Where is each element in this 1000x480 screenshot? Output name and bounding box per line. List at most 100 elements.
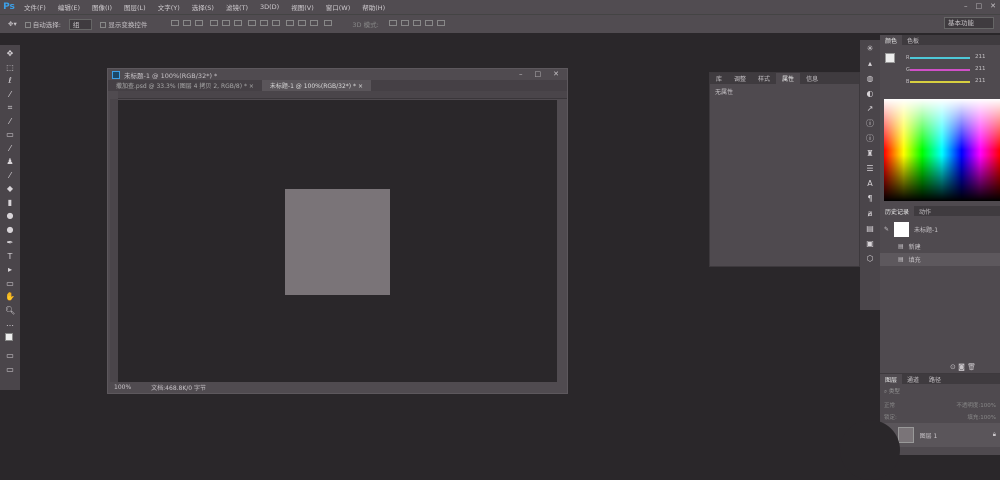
brush-settings-icon[interactable]: ✳: [865, 44, 875, 53]
move-tool-icon[interactable]: ✥▾: [8, 20, 17, 28]
layer-comps-icon[interactable]: ▤: [865, 224, 875, 233]
r-slider[interactable]: [910, 57, 970, 59]
paragraph-icon[interactable]: ¶: [865, 194, 875, 203]
g-value[interactable]: 211: [975, 66, 986, 72]
type-tool-icon[interactable]: T: [5, 252, 15, 261]
menu-help[interactable]: 帮助(H): [356, 2, 391, 12]
pen-tool-icon[interactable]: ✒: [5, 238, 15, 247]
foreground-color-swatch[interactable]: [885, 53, 895, 63]
color-swatches-icon[interactable]: [5, 332, 15, 347]
fill-value[interactable]: 100%: [980, 415, 996, 421]
show-transform-checkbox[interactable]: 显示变换控件: [100, 19, 147, 29]
b-slider[interactable]: [910, 81, 970, 83]
marquee-tool-icon[interactable]: ⬚: [5, 63, 15, 72]
menu-layer[interactable]: 图层(L): [118, 2, 152, 12]
adjustments-icon[interactable]: ◐: [865, 89, 875, 98]
restore-button[interactable]: □: [976, 2, 983, 10]
gradient-tool-icon[interactable]: ▮: [5, 198, 15, 207]
history-item-active[interactable]: ▤ 填充: [880, 253, 1000, 266]
history-snapshot[interactable]: ✎ 未标题-1: [880, 220, 1000, 238]
info-icon[interactable]: ⓘ: [865, 119, 875, 128]
canvas[interactable]: [118, 100, 557, 382]
menu-window[interactable]: 窗口(W): [320, 2, 357, 12]
stamp-tool-icon[interactable]: ♟: [5, 157, 15, 166]
layer-kind-filter[interactable]: ⌕ 类型: [880, 384, 1000, 399]
brush-tool-icon[interactable]: ⁄: [5, 144, 15, 153]
sliders-icon[interactable]: ☰: [865, 164, 875, 173]
auto-select-checkbox[interactable]: 自动选择:: [24, 19, 61, 29]
tab-info[interactable]: 信息: [800, 73, 824, 84]
eraser-tool-icon[interactable]: ◆: [5, 184, 15, 193]
auto-select-dropdown[interactable]: 组: [68, 18, 93, 30]
paint-icon[interactable]: ♜: [865, 149, 875, 158]
layer-name[interactable]: 图层 1: [920, 431, 938, 440]
lasso-tool-icon[interactable]: ℓ: [5, 76, 15, 85]
menu-type[interactable]: 文字(Y): [152, 2, 186, 12]
quick-mask-icon[interactable]: ▭: [5, 351, 15, 360]
doc-info[interactable]: 文档:468.8K/0 字节: [151, 383, 206, 392]
history-brush-icon[interactable]: ⁄: [5, 171, 15, 180]
hand-tool-icon[interactable]: ✋: [5, 292, 15, 301]
r-value[interactable]: 211: [975, 54, 986, 60]
dodge-tool-icon[interactable]: ●: [5, 225, 15, 234]
tab-color[interactable]: 颜色: [880, 35, 903, 45]
3d-icon[interactable]: ⬡: [865, 254, 875, 263]
close-button[interactable]: ✕: [990, 2, 996, 10]
clone-source-icon[interactable]: ◍: [865, 74, 875, 83]
menu-3d[interactable]: 3D(D): [254, 3, 285, 11]
tab-close-icon[interactable]: ×: [358, 83, 363, 90]
eyedropper-tool-icon[interactable]: ⁄: [5, 117, 15, 126]
doc-minimize-button[interactable]: –: [519, 70, 523, 78]
3d-mode-icons[interactable]: [387, 20, 447, 28]
g-slider[interactable]: [910, 69, 970, 71]
notes-icon[interactable]: ▣: [865, 239, 875, 248]
zoom-tool-icon[interactable]: 🔍︎: [5, 306, 15, 315]
blur-tool-icon[interactable]: ●: [5, 211, 15, 220]
history-actions-icons[interactable]: ⊙ ◙ 🗑︎: [950, 363, 976, 371]
workspace-switcher[interactable]: 基本功能: [944, 17, 994, 29]
tab-adjustments[interactable]: 调整: [728, 73, 752, 84]
shape-tool-icon[interactable]: ▭: [5, 279, 15, 288]
crop-tool-icon[interactable]: ⌗: [5, 103, 15, 112]
document-tab[interactable]: 撒加查.psd @ 33.3% (图层 4 拷贝 2, RGB/8) * ×: [108, 80, 262, 91]
tab-styles[interactable]: 样式: [752, 73, 776, 84]
glyphs-icon[interactable]: ⱥ: [865, 209, 875, 218]
tab-paths[interactable]: 路径: [924, 374, 946, 384]
gray-square-layer[interactable]: [285, 189, 390, 295]
zoom-level[interactable]: 100%: [114, 384, 131, 391]
tab-swatches[interactable]: 色板: [902, 35, 924, 45]
tab-layers[interactable]: 图层: [880, 374, 903, 384]
history-item[interactable]: ▤ 新建: [880, 240, 1000, 253]
align-icons[interactable]: [169, 20, 334, 28]
tab-close-icon[interactable]: ×: [249, 83, 254, 90]
tab-actions[interactable]: 动作: [914, 206, 936, 216]
menu-edit[interactable]: 编辑(E): [52, 2, 86, 12]
minimize-button[interactable]: –: [964, 2, 968, 10]
color-spectrum[interactable]: [884, 99, 1000, 201]
magic-wand-tool-icon[interactable]: ⁄: [5, 90, 15, 99]
tab-properties[interactable]: 属性: [776, 73, 801, 84]
opacity-value[interactable]: 100%: [980, 403, 996, 409]
doc-close-button[interactable]: ✕: [553, 70, 559, 78]
tab-history[interactable]: 历史记录: [880, 206, 915, 216]
document-tab-active[interactable]: 未标题-1 @ 100%(RGB/32*) * ×: [261, 80, 372, 91]
menu-image[interactable]: 图像(I): [86, 2, 118, 12]
menu-filter[interactable]: 滤镜(T): [220, 2, 254, 12]
screen-mode-icon[interactable]: ▭: [5, 365, 15, 374]
menu-select[interactable]: 选择(S): [186, 2, 220, 12]
character-icon[interactable]: A: [865, 179, 875, 188]
b-value[interactable]: 211: [975, 78, 986, 84]
move-tool-icon[interactable]: ✥: [5, 49, 15, 58]
blend-mode-dropdown[interactable]: 正常: [884, 401, 895, 409]
actions-icon[interactable]: ↗: [865, 104, 875, 113]
path-select-icon[interactable]: ▸: [5, 265, 15, 274]
more-tools-icon[interactable]: …: [5, 319, 15, 328]
menu-view[interactable]: 视图(V): [285, 2, 320, 12]
timeline-icon[interactable]: ⓘ: [865, 134, 875, 143]
healing-tool-icon[interactable]: ▭: [5, 130, 15, 139]
brush-presets-icon[interactable]: ▴: [865, 59, 875, 68]
menu-file[interactable]: 文件(F): [18, 2, 52, 12]
tab-channels[interactable]: 通道: [902, 374, 924, 384]
doc-restore-button[interactable]: □: [535, 70, 542, 78]
tab-libraries[interactable]: 库: [710, 73, 728, 84]
